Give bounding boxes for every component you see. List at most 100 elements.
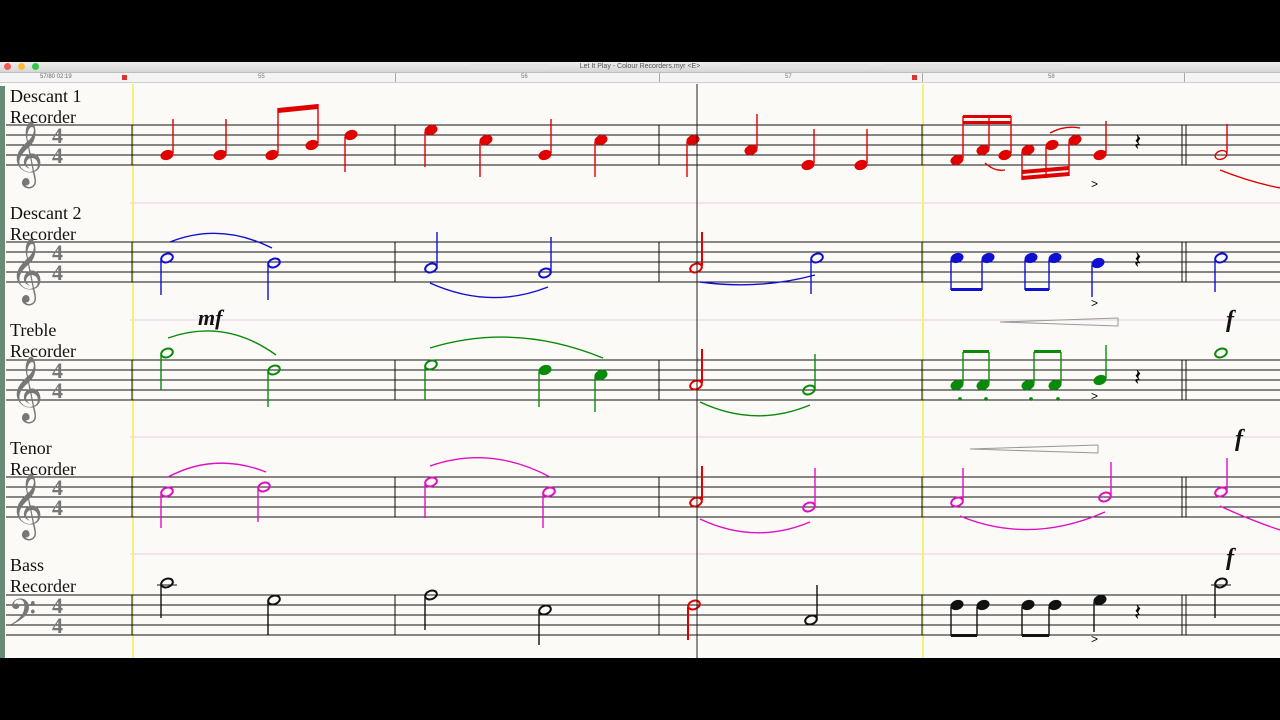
quarter-rest-icon: 𝄽 [1134, 363, 1141, 391]
slur [699, 401, 811, 417]
note[interactable] [160, 347, 174, 359]
note[interactable] [950, 379, 964, 391]
note[interactable] [1093, 594, 1107, 606]
quarter-rest-icon: 𝄽 [1134, 128, 1141, 156]
time-sig-bottom: 4 [52, 143, 63, 168]
slur [1219, 505, 1280, 531]
note[interactable] [594, 369, 608, 381]
note[interactable] [976, 379, 990, 391]
note[interactable] [542, 486, 556, 498]
dynamic-f: f [1235, 426, 1245, 452]
staccato-dot [1029, 397, 1033, 401]
descant-1-notes[interactable] [160, 104, 1280, 189]
note[interactable] [950, 496, 964, 508]
slur [429, 336, 604, 359]
slur [699, 274, 816, 286]
playhead-highlighted-notes [687, 232, 703, 640]
beam [278, 104, 318, 113]
staccato-dot [1056, 397, 1060, 401]
note[interactable] [1093, 374, 1107, 386]
crescendo-hairpin [999, 317, 1119, 327]
note[interactable] [1214, 577, 1228, 589]
note[interactable] [213, 149, 227, 161]
beam [1034, 350, 1061, 353]
note[interactable] [1045, 139, 1059, 151]
note[interactable] [594, 134, 608, 146]
time-sig-bottom: 4 [52, 378, 63, 403]
treble-clef-icon: 𝄞 [10, 121, 43, 188]
note[interactable] [267, 257, 281, 269]
score-window: Let It Play - Colour Recorders.myr <E> 5… [0, 62, 1280, 658]
note[interactable] [305, 139, 319, 151]
note[interactable] [479, 134, 493, 146]
note[interactable] [1021, 144, 1035, 156]
slur [167, 462, 267, 478]
note[interactable] [538, 604, 552, 616]
note[interactable] [950, 599, 964, 611]
quarter-rest-icon: 𝄽 [1134, 246, 1141, 274]
beam [1022, 634, 1049, 637]
note[interactable] [424, 476, 438, 488]
tenor-notes[interactable] [160, 457, 1280, 534]
time-sig-bottom: 4 [52, 495, 63, 520]
accent-mark: > [1091, 632, 1098, 646]
note[interactable] [854, 159, 868, 171]
note[interactable] [1091, 257, 1105, 269]
crescendo-hairpin [969, 444, 1099, 454]
note[interactable] [976, 144, 990, 156]
staccato-dot [984, 397, 988, 401]
time-sig-bottom: 4 [52, 613, 63, 638]
slur [959, 511, 1106, 531]
note[interactable] [686, 134, 700, 146]
beam [951, 288, 982, 291]
clefs: 𝄞 𝄞 𝄞 𝄞 𝄢 [8, 121, 43, 643]
note[interactable] [538, 364, 552, 376]
note[interactable] [538, 267, 552, 279]
time-sig-bottom: 4 [52, 260, 63, 285]
treble-clef-icon: 𝄞 [10, 238, 43, 305]
note[interactable] [424, 359, 438, 371]
note[interactable] [267, 594, 281, 606]
beam [963, 121, 1011, 124]
treble-notes[interactable] [160, 330, 1228, 417]
note[interactable] [1214, 347, 1228, 359]
note[interactable] [1021, 599, 1035, 611]
slur [429, 282, 549, 299]
quarter-rest-icon: 𝄽 [1134, 598, 1141, 626]
accent-mark: > [1091, 177, 1098, 191]
note[interactable] [160, 486, 174, 498]
note[interactable] [1093, 149, 1107, 161]
beam [963, 115, 1011, 118]
time-signatures: 44 44 44 44 44 [52, 123, 63, 638]
note[interactable] [1048, 599, 1062, 611]
slur [984, 162, 1006, 172]
score-canvas[interactable]: 𝄞 𝄞 𝄞 𝄞 𝄢 44 44 44 44 44 𝄽 > 𝄽 > 𝄽 > mf … [0, 62, 1280, 658]
slur [429, 457, 551, 478]
note[interactable] [424, 124, 438, 136]
treble-clef-icon: 𝄞 [10, 473, 43, 540]
note[interactable] [804, 614, 818, 626]
dynamic-mf: mf [198, 305, 225, 330]
note[interactable] [1214, 486, 1228, 498]
note[interactable] [160, 577, 174, 589]
note[interactable] [344, 129, 358, 141]
note[interactable] [1048, 379, 1062, 391]
note[interactable] [744, 144, 758, 156]
note[interactable] [265, 149, 279, 161]
slur [699, 518, 811, 534]
note[interactable] [950, 154, 964, 166]
dynamic-f: f [1226, 545, 1236, 571]
note[interactable] [976, 599, 990, 611]
note[interactable] [689, 379, 703, 391]
staff-lines [6, 124, 1280, 636]
note[interactable] [1068, 134, 1082, 146]
note[interactable] [998, 149, 1012, 161]
note[interactable] [801, 159, 815, 171]
note[interactable] [538, 149, 552, 161]
staff-selection-margin[interactable] [0, 86, 5, 658]
note[interactable] [160, 149, 174, 161]
note[interactable] [1021, 379, 1035, 391]
note[interactable] [689, 496, 703, 508]
slur [1049, 126, 1081, 134]
beam [963, 350, 989, 353]
